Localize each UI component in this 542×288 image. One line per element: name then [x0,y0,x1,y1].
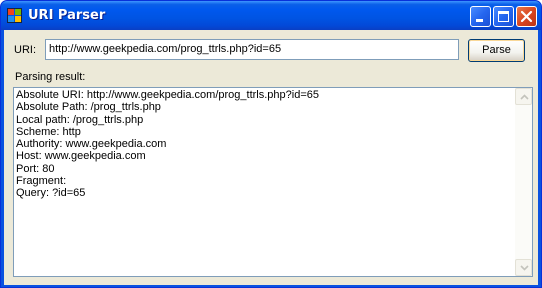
chevron-up-icon [520,94,529,100]
uri-label: URI: [14,44,36,56]
parse-button[interactable]: Parse [468,39,525,62]
result-textarea[interactable]: Absolute URI: http://www.geekpedia.com/p… [13,87,533,277]
result-line: Host: www.geekpedia.com [16,150,146,163]
maximize-icon [498,11,509,22]
result-line: Query: ?id=65 [16,187,86,200]
close-button[interactable] [516,6,537,27]
result-line: Fragment: [16,175,67,188]
result-line: Scheme: http [16,125,81,138]
scroll-up-button[interactable] [515,88,532,105]
uri-input[interactable]: http://www.geekpedia.com/prog_ttrls.php?… [45,39,459,60]
title-bar[interactable]: URI Parser [1,1,541,30]
close-icon [520,10,533,23]
minimize-button[interactable] [470,6,491,27]
chevron-down-icon [520,265,529,271]
result-lines: Absolute URI: http://www.geekpedia.com/p… [16,89,512,200]
vertical-scrollbar[interactable] [515,88,532,276]
client-area: URI: http://www.geekpedia.com/prog_ttrls… [4,30,538,285]
maximize-button[interactable] [493,6,514,27]
result-line: Port: 80 [16,162,55,175]
result-line: Absolute URI: http://www.geekpedia.com/p… [16,89,319,101]
parsing-result-label: Parsing result: [15,71,86,83]
scroll-down-button[interactable] [515,259,532,276]
windows-logo-icon [7,8,22,23]
window-title: URI Parser [28,8,106,23]
result-line: Absolute Path: /prog_ttrls.php [16,101,161,114]
minimize-icon [476,19,483,22]
result-line: Authority: www.geekpedia.com [16,138,167,151]
result-line: Local path: /prog_ttrls.php [16,113,144,126]
app-window: URI Parser URI: http://www.geekpedia.com… [0,0,542,288]
